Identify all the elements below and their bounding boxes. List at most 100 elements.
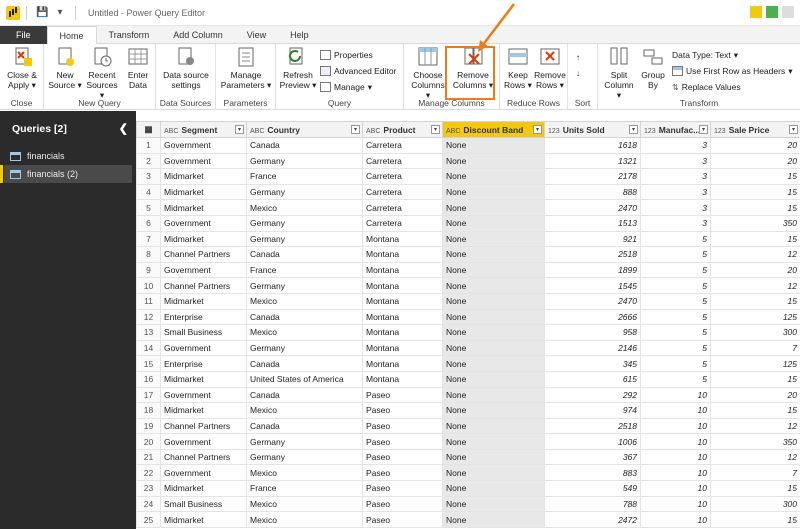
split-column-button[interactable]: Split Column ▾ [602, 46, 636, 100]
group-by-button[interactable]: Group By [638, 46, 668, 90]
cell-units-sold[interactable]: 345 [544, 355, 641, 372]
cell-units-sold[interactable]: 958 [544, 324, 641, 341]
cell-sale-price[interactable]: 7 [710, 339, 800, 357]
row-index[interactable]: 20 [136, 433, 161, 450]
cell-discount-band[interactable]: None [442, 230, 545, 248]
cell-discount-band[interactable]: None [442, 370, 545, 388]
tab-add-column[interactable]: Add Column [161, 26, 235, 44]
cell-units-sold[interactable]: 2666 [544, 308, 641, 326]
filter-dropdown-icon[interactable]: ▾ [351, 125, 360, 134]
row-index[interactable]: 15 [136, 355, 161, 372]
cell-manufacturing[interactable]: 5 [640, 339, 711, 357]
table-row[interactable]: 17 Government Canada Paseo None 292 10 20 [136, 386, 800, 404]
cell-units-sold[interactable]: 615 [544, 370, 641, 388]
row-index[interactable]: 1 [136, 137, 161, 154]
filter-dropdown-icon[interactable]: ▾ [699, 125, 708, 134]
cell-manufacturing[interactable]: 10 [640, 386, 711, 404]
cell-manufacturing[interactable]: 10 [640, 448, 711, 466]
filter-dropdown-icon[interactable]: ▾ [235, 125, 244, 134]
cell-manufacturing[interactable]: 10 [640, 480, 711, 497]
cell-segment[interactable]: Government [160, 464, 247, 482]
cell-country[interactable]: Mexico [246, 324, 363, 341]
cell-product[interactable]: Carretera [362, 214, 443, 232]
data-source-settings-button[interactable]: Data source settings [160, 46, 212, 90]
cell-product[interactable]: Montana [362, 308, 443, 326]
cell-discount-band[interactable]: None [442, 324, 545, 341]
table-row[interactable]: 20 Government Germany Paseo None 1006 10 350 [136, 433, 800, 450]
table-row[interactable]: 13 Small Business Mexico Montana None 958 5 300 [136, 324, 800, 341]
cell-country[interactable]: Canada [246, 308, 363, 326]
cell-segment[interactable]: Government [160, 386, 247, 404]
manage-parameters-button[interactable]: Manage Parameters ▾ [218, 46, 274, 90]
cell-units-sold[interactable]: 2518 [544, 246, 641, 263]
filter-dropdown-icon[interactable]: ▾ [533, 125, 542, 134]
cell-segment[interactable]: Channel Partners [160, 448, 247, 466]
cell-segment[interactable]: Midmarket [160, 230, 247, 248]
cell-units-sold[interactable]: 2472 [544, 511, 641, 528]
cell-segment[interactable]: Channel Partners [160, 417, 247, 435]
cell-discount-band[interactable]: None [442, 214, 545, 232]
sort-ascending-button[interactable]: ↑ [576, 50, 580, 64]
cell-product[interactable]: Carretera [362, 199, 443, 216]
cell-manufacturing[interactable]: 10 [640, 495, 711, 513]
cell-country[interactable]: Germany [246, 183, 363, 201]
remove-rows-button[interactable]: Remove Rows ▾ [534, 46, 566, 90]
cell-discount-band[interactable]: None [442, 168, 545, 185]
cell-manufacturing[interactable]: 5 [640, 370, 711, 388]
row-index[interactable]: 4 [136, 183, 161, 201]
cell-manufacturing[interactable]: 5 [640, 355, 711, 372]
cell-discount-band[interactable]: None [442, 417, 545, 435]
cell-product[interactable]: Paseo [362, 386, 443, 404]
cell-segment[interactable]: Enterprise [160, 308, 247, 326]
cell-discount-band[interactable]: None [442, 199, 545, 216]
cell-segment[interactable]: Government [160, 339, 247, 357]
cell-product[interactable]: Carretera [362, 152, 443, 170]
sort-descending-button[interactable]: ↓ [576, 66, 580, 80]
cell-sale-price[interactable]: 15 [710, 230, 800, 248]
cell-units-sold[interactable]: 1618 [544, 137, 641, 154]
tab-home[interactable]: Home [46, 26, 97, 45]
cell-sale-price[interactable]: 15 [710, 370, 800, 388]
table-row[interactable]: 22 Government Mexico Paseo None 883 10 7 [136, 464, 800, 482]
filter-dropdown-icon[interactable]: ▾ [431, 125, 440, 134]
row-index[interactable]: 2 [136, 152, 161, 170]
cell-units-sold[interactable]: 888 [544, 183, 641, 201]
cell-country[interactable]: Canada [246, 386, 363, 404]
table-row[interactable]: 11 Midmarket Mexico Montana None 2470 5 15 [136, 292, 800, 310]
cell-discount-band[interactable]: None [442, 308, 545, 326]
cell-country[interactable]: Germany [246, 448, 363, 466]
close-apply-button[interactable]: Close & Apply ▾ [4, 46, 40, 90]
table-row[interactable]: 2 Government Germany Carretera None 1321 3 20 [136, 152, 800, 170]
row-index[interactable]: 24 [136, 495, 161, 513]
refresh-preview-button[interactable]: Refresh Preview ▾ [278, 46, 318, 90]
save-icon[interactable]: 💾 [36, 7, 48, 19]
cell-product[interactable]: Paseo [362, 480, 443, 497]
row-index[interactable]: 7 [136, 230, 161, 248]
cell-sale-price[interactable]: 350 [710, 214, 800, 232]
cell-product[interactable]: Carretera [362, 168, 443, 185]
cell-units-sold[interactable]: 2146 [544, 339, 641, 357]
row-index[interactable]: 13 [136, 324, 161, 341]
cell-product[interactable]: Montana [362, 355, 443, 372]
cell-product[interactable]: Paseo [362, 433, 443, 450]
cell-product[interactable]: Paseo [362, 511, 443, 528]
row-index[interactable]: 14 [136, 339, 161, 357]
cell-country[interactable]: Mexico [246, 199, 363, 216]
cell-product[interactable]: Paseo [362, 448, 443, 466]
new-source-button[interactable]: New Source ▾ [46, 46, 84, 90]
cell-country[interactable]: France [246, 168, 363, 185]
table-row[interactable]: 23 Midmarket France Paseo None 549 10 15 [136, 480, 800, 497]
cell-manufacturing[interactable]: 10 [640, 417, 711, 435]
table-menu-icon[interactable]: ▦ [136, 121, 161, 138]
column-header-sale-price[interactable]: 123 Sale Price ▾ [710, 121, 800, 138]
cell-segment[interactable]: Midmarket [160, 402, 247, 419]
table-row[interactable]: 7 Midmarket Germany Montana None 921 5 15 [136, 230, 800, 248]
row-index[interactable]: 5 [136, 199, 161, 216]
table-row[interactable]: 18 Midmarket Mexico Paseo None 974 10 15 [136, 402, 800, 419]
cell-product[interactable]: Montana [362, 261, 443, 279]
cell-manufacturing[interactable]: 3 [640, 199, 711, 216]
cell-country[interactable]: Germany [246, 339, 363, 357]
cell-manufacturing[interactable]: 5 [640, 230, 711, 248]
cell-country[interactable]: France [246, 261, 363, 279]
table-row[interactable]: 4 Midmarket Germany Carretera None 888 3 15 [136, 183, 800, 201]
